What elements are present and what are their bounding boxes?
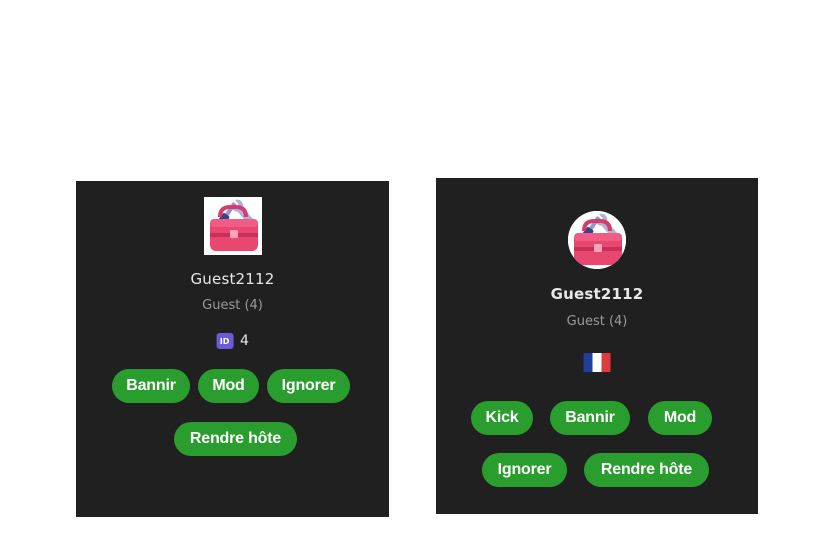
kick-button[interactable]: Kick (471, 401, 533, 435)
make-host-button[interactable]: Rendre hôte (584, 453, 709, 487)
toolbox-icon (568, 211, 626, 269)
username: Guest2112 (190, 270, 275, 288)
france-flag-icon (583, 353, 611, 372)
user-profile-card: Guest2112 Guest (4) ID 4 Bannir Mod Igno… (76, 181, 389, 517)
mod-button[interactable]: Mod (648, 401, 712, 435)
user-id-row: ID 4 (216, 333, 249, 349)
mod-button[interactable]: Mod (198, 369, 259, 403)
ignore-button[interactable]: Ignorer (482, 453, 567, 487)
flag-stripe-blue (583, 353, 593, 372)
ignore-button[interactable]: Ignorer (267, 369, 350, 403)
make-host-button[interactable]: Rendre hôte (174, 422, 297, 456)
ban-button[interactable]: Bannir (112, 369, 190, 403)
flag-stripe-red (601, 353, 611, 372)
toolbox-icon (203, 197, 262, 255)
user-id-value: 4 (240, 333, 249, 349)
user-avatar (568, 211, 626, 269)
user-role-label: Guest (4) (202, 298, 263, 313)
user-role-label: Guest (4) (566, 314, 628, 329)
user-profile-card: Guest2112 Guest (4) Kick Bannir Mod Igno… (436, 178, 758, 514)
id-badge-icon: ID (216, 333, 234, 349)
flag-stripe-white (592, 353, 602, 372)
username: Guest2112 (550, 285, 644, 303)
user-avatar (203, 197, 262, 255)
ban-button[interactable]: Bannir (550, 401, 630, 435)
